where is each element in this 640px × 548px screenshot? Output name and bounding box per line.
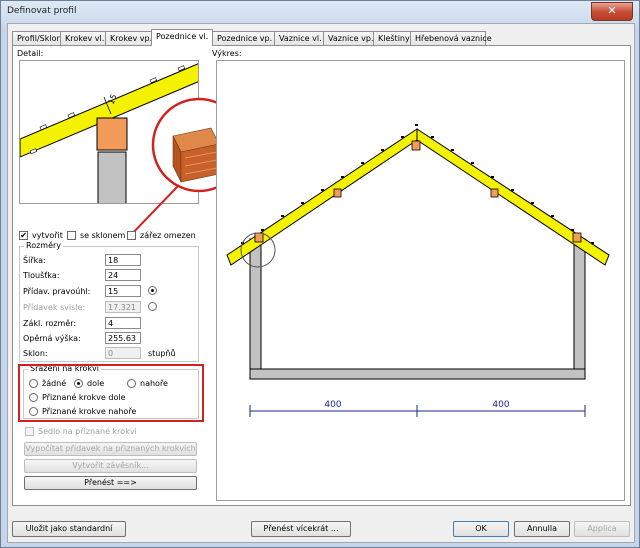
- dimension-right-text: 400: [492, 400, 509, 410]
- sirka-input[interactable]: 18: [105, 254, 141, 266]
- operna-vyska-input[interactable]: 255.63: [105, 332, 141, 344]
- window-title: Definovat profil: [7, 6, 77, 16]
- operna-vyska-label: Opěrná výška:: [23, 334, 81, 343]
- zakl-rozmer-label: Zákl. rozměr:: [23, 319, 77, 328]
- srazeni-zadne-label: žádné: [42, 379, 67, 388]
- ulozit-standard-button[interactable]: Uložit jako standardní: [12, 521, 126, 537]
- rozmery-title: Rozměry: [24, 241, 64, 250]
- sedlo-checkbox[interactable]: [25, 427, 34, 436]
- floor-slab: [249, 368, 586, 380]
- sirka-label: Šířka:: [23, 256, 46, 265]
- vypocitat-pridavek-button[interactable]: Vypočítat přídavek na přiznaných krokvíc…: [24, 442, 197, 456]
- detail-wall: [97, 151, 127, 203]
- detail-wallplate: [96, 117, 128, 151]
- tab-profil-sklon[interactable]: Profil/Sklon: [12, 31, 62, 45]
- tab-pozednice-vl[interactable]: Pozednice vl.: [151, 29, 213, 46]
- detail-label: Detail:: [17, 49, 44, 58]
- pridav-pravouhl-label: Přídav. pravoúhl:: [23, 287, 91, 296]
- sklon-unit: stupňů: [148, 349, 176, 358]
- drawing-view: 400 400: [216, 60, 625, 501]
- applica-button[interactable]: Applica: [574, 521, 630, 537]
- pridav-pravouhl-input[interactable]: 15: [105, 285, 141, 297]
- left-rafter: [226, 128, 418, 266]
- right-rafter: [416, 128, 610, 266]
- vytvorit-zavesnik-button[interactable]: Vytvořit závěsník...: [24, 459, 197, 473]
- srazeni-zadne-radio[interactable]: [29, 379, 38, 388]
- prenest-button[interactable]: Přenést ==>: [24, 476, 197, 490]
- zarez-checkbox[interactable]: [127, 231, 136, 240]
- tab-vaznice-vl[interactable]: Vaznice vl.: [274, 31, 324, 45]
- vykres-label: Výkres:: [212, 49, 242, 58]
- priznane-dole-radio[interactable]: [29, 393, 38, 402]
- srazeni-dole-radio[interactable]: [74, 379, 83, 388]
- vytvorit-checkbox[interactable]: ✔: [19, 231, 28, 240]
- dialog-client-area: Profil/Sklon Krokev vl. Krokev vp. Pozed…: [7, 23, 635, 543]
- title-bar[interactable]: Definovat profil ✕: [1, 1, 639, 23]
- left-wall: [249, 238, 262, 380]
- prenest-vicekrat-button[interactable]: Přenést vícekrát ...: [251, 521, 351, 537]
- priznane-nahore-radio[interactable]: [29, 407, 38, 416]
- vytvorit-label: vytvořit: [32, 231, 63, 240]
- pridav-pravouhl-radio[interactable]: [148, 286, 157, 295]
- zarez-label: zářez omezen: [140, 231, 196, 240]
- sedlo-label: Sedlo na přiznané krokvi: [38, 427, 137, 436]
- close-button[interactable]: ✕: [591, 2, 633, 21]
- tab-klestiny[interactable]: Kleštiny: [373, 31, 411, 45]
- house-drawing: 400 400: [226, 124, 610, 417]
- tab-vaznice-vp[interactable]: Vaznice vp.: [323, 31, 374, 45]
- left-wallplate: [254, 232, 264, 243]
- pridavek-svisle-input[interactable]: 17.321: [105, 301, 141, 313]
- tab-hrebenova-vaznice[interactable]: Hřebenová vaznice: [410, 31, 492, 45]
- sklon-input[interactable]: 0: [105, 347, 141, 359]
- srazeni-nahore-radio[interactable]: [127, 379, 136, 388]
- zakl-rozmer-input[interactable]: 4: [105, 317, 141, 329]
- dimension-left-text: 400: [324, 400, 341, 410]
- tloustka-label: Tloušťka:: [23, 271, 60, 280]
- srazeni-nahore-label: nahoře: [140, 379, 168, 388]
- tab-panel: Detail: 15 ✔ vytvořit se sklonem zářez o…: [12, 45, 631, 506]
- pridavek-svisle-radio[interactable]: [148, 302, 157, 311]
- priznane-nahore-label: Přiznané krokve nahoře: [42, 407, 137, 416]
- priznane-dole-label: Přiznané krokve dole: [42, 393, 126, 402]
- sklon-label: Sklon:: [23, 349, 48, 358]
- dialog-window: Definovat profil ✕ Profil/Sklon Krokev v…: [0, 0, 640, 548]
- right-wall: [573, 238, 586, 380]
- tab-krokev-vl[interactable]: Krokev vl.: [60, 31, 106, 45]
- tloustka-input[interactable]: 24: [105, 269, 141, 281]
- tab-krokev-vp[interactable]: Krokev vp.: [105, 31, 152, 45]
- pridavek-svisle-label: Přídavek svisle:: [23, 303, 86, 312]
- se-sklonem-checkbox[interactable]: [67, 231, 76, 240]
- ok-button[interactable]: OK: [453, 521, 509, 537]
- srazeni-dole-label: dole: [87, 379, 105, 388]
- se-sklonem-label: se sklonem: [80, 231, 126, 240]
- annulla-button[interactable]: Annulla: [514, 521, 570, 537]
- tab-pozednice-vp[interactable]: Pozednice vp.: [212, 31, 275, 45]
